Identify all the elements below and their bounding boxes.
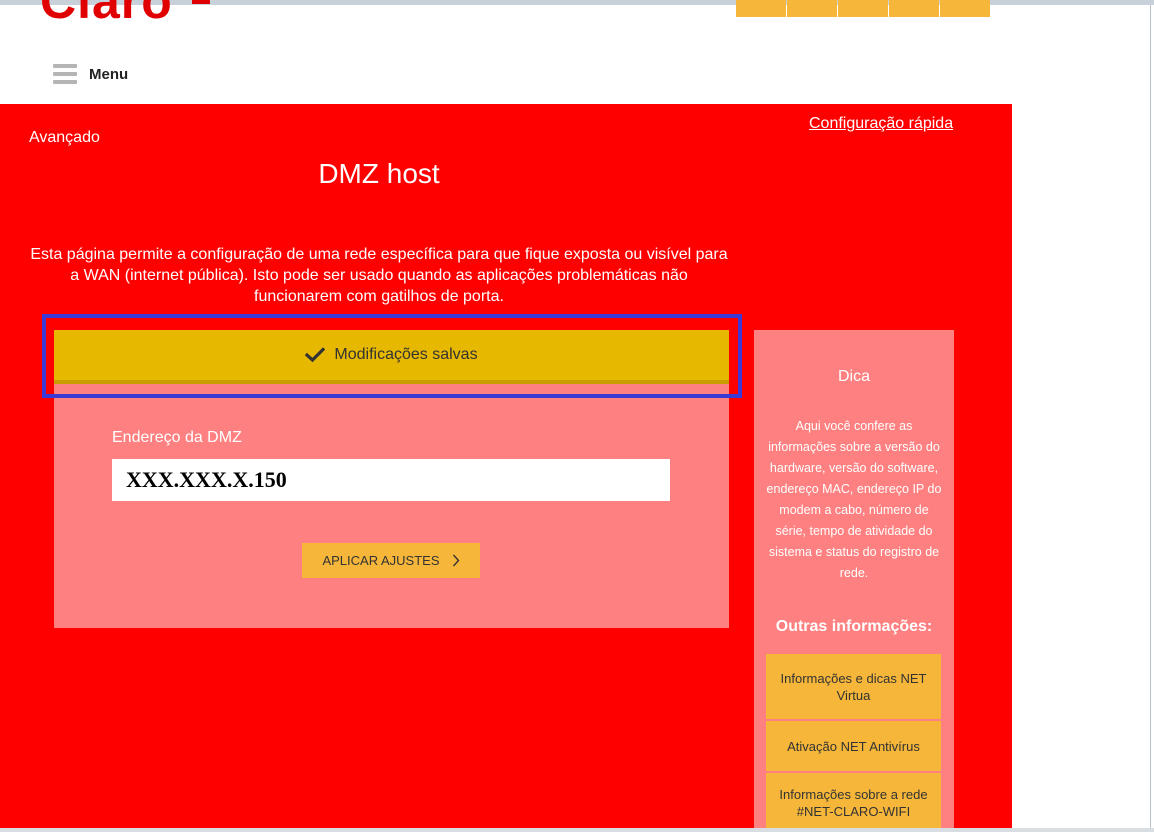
apply-settings-button[interactable]: APLICAR AJUSTES xyxy=(302,543,480,578)
window-edge xyxy=(1150,5,1151,832)
link-net-claro-wifi[interactable]: Informações sobre a rede #NET-CLARO-WIFI xyxy=(766,773,941,832)
breadcrumb: Avançado xyxy=(29,129,100,146)
top-tab[interactable] xyxy=(889,0,939,17)
other-info-title: Outras informações: xyxy=(775,618,933,635)
menu-label: Menu xyxy=(89,65,129,83)
quick-config-link[interactable]: Configuração rápida xyxy=(809,115,953,133)
dmz-address-label: Endereço da DMZ xyxy=(112,429,242,446)
top-tab[interactable] xyxy=(736,0,786,17)
tip-text: Aqui você confere as informações sobre a… xyxy=(766,419,942,580)
page-title: DMZ host xyxy=(318,158,440,189)
link-net-virtua-info[interactable]: Informações e dicas NET Virtua xyxy=(766,654,941,719)
logo-mark xyxy=(192,0,210,4)
dmz-form-panel xyxy=(54,384,729,628)
highlight-box xyxy=(42,314,742,398)
top-tab[interactable] xyxy=(940,0,990,17)
tip-title: Dica xyxy=(837,368,870,385)
menu-button[interactable]: Menu xyxy=(53,64,128,84)
chevron-right-icon xyxy=(452,554,459,567)
bottom-scrollbar[interactable] xyxy=(0,828,1154,832)
top-tabs xyxy=(736,0,991,17)
dmz-address-input[interactable] xyxy=(112,459,670,501)
top-tab[interactable] xyxy=(787,0,837,17)
hamburger-icon xyxy=(53,64,77,84)
apply-button-label: APLICAR AJUSTES xyxy=(322,553,440,568)
claro-logo[interactable]: Claro xyxy=(40,0,173,30)
page-description: Esta página permite a configuração de um… xyxy=(30,246,728,305)
link-net-antivirus[interactable]: Ativação NET Antivírus xyxy=(766,721,941,771)
top-tab[interactable] xyxy=(838,0,888,17)
